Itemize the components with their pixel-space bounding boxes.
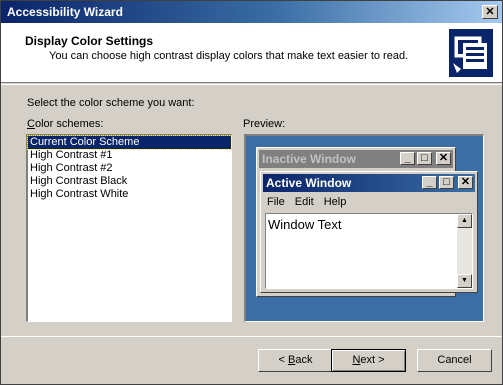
menu-item-edit: Edit — [294, 196, 314, 208]
active-title-bar: Active Window _ □ ✕ — [263, 174, 475, 192]
scheme-prompt: Select the color scheme you want: — [27, 97, 195, 109]
preview-active-window: Active Window _ □ ✕ File Edit Help Window … — [260, 171, 478, 293]
maximize-icon: □ — [417, 152, 432, 165]
close-icon: ✕ — [436, 152, 451, 165]
window-title: Accessibility Wizard — [7, 5, 123, 19]
list-item[interactable]: Current Color Scheme — [27, 135, 232, 150]
next-button-rest: ext > — [360, 354, 385, 366]
maximize-icon: □ — [439, 176, 454, 189]
preview-text-area: Window Text ▲ ▼ — [265, 213, 473, 289]
color-schemes-label-rest: olor schemes: — [34, 118, 104, 130]
menu-item-file: File — [267, 196, 285, 208]
back-button[interactable]: < Back — [258, 349, 333, 372]
menu-item-help: Help — [323, 196, 347, 208]
list-item[interactable]: High Contrast #1 — [28, 149, 231, 162]
close-icon: ✕ — [458, 176, 473, 189]
list-item[interactable]: High Contrast Black — [28, 175, 231, 188]
title-bar: Accessibility Wizard ✕ — [1, 1, 502, 23]
cancel-button[interactable]: Cancel — [417, 349, 492, 372]
list-item[interactable]: High Contrast White — [28, 188, 231, 201]
inactive-window-title: Inactive Window — [262, 152, 356, 166]
preview-scrollbar: ▲ ▼ — [457, 214, 472, 288]
preview-menu-bar: File Edit Help — [265, 194, 354, 210]
minimize-icon: _ — [400, 152, 415, 165]
next-button[interactable]: Next > — [331, 349, 406, 372]
back-button-prefix: < — [278, 354, 288, 366]
back-button-rest: ack — [295, 354, 313, 366]
list-item[interactable]: High Contrast #2 — [28, 162, 231, 175]
page-subtitle: You can choose high contrast display col… — [49, 50, 409, 62]
color-schemes-list[interactable]: Current Color Scheme High Contrast #1 Hi… — [26, 134, 232, 322]
accessibility-wizard-icon — [449, 29, 493, 77]
close-button[interactable]: ✕ — [482, 5, 498, 19]
inactive-title-bar: Inactive Window _ □ ✕ — [259, 150, 453, 168]
wizard-header: Display Color Settings You can choose hi… — [1, 23, 502, 83]
scroll-down-icon: ▼ — [457, 274, 472, 288]
scroll-up-icon: ▲ — [457, 214, 472, 228]
active-window-title: Active Window — [266, 176, 352, 190]
preview-pane: Inactive Window _ □ ✕ Active Window _ □ … — [244, 134, 484, 322]
minimize-icon: _ — [422, 176, 437, 189]
window-text: Window Text — [268, 217, 342, 232]
color-schemes-label: Color schemes: — [27, 118, 103, 130]
color-schemes-label-accel: C — [27, 118, 35, 130]
header-divider — [1, 84, 502, 85]
preview-label: Preview: — [243, 118, 286, 130]
footer-divider — [1, 336, 502, 337]
accessibility-wizard-window: Accessibility Wizard ✕ Display Color Set… — [0, 0, 503, 385]
page-title: Display Color Settings — [25, 34, 154, 48]
